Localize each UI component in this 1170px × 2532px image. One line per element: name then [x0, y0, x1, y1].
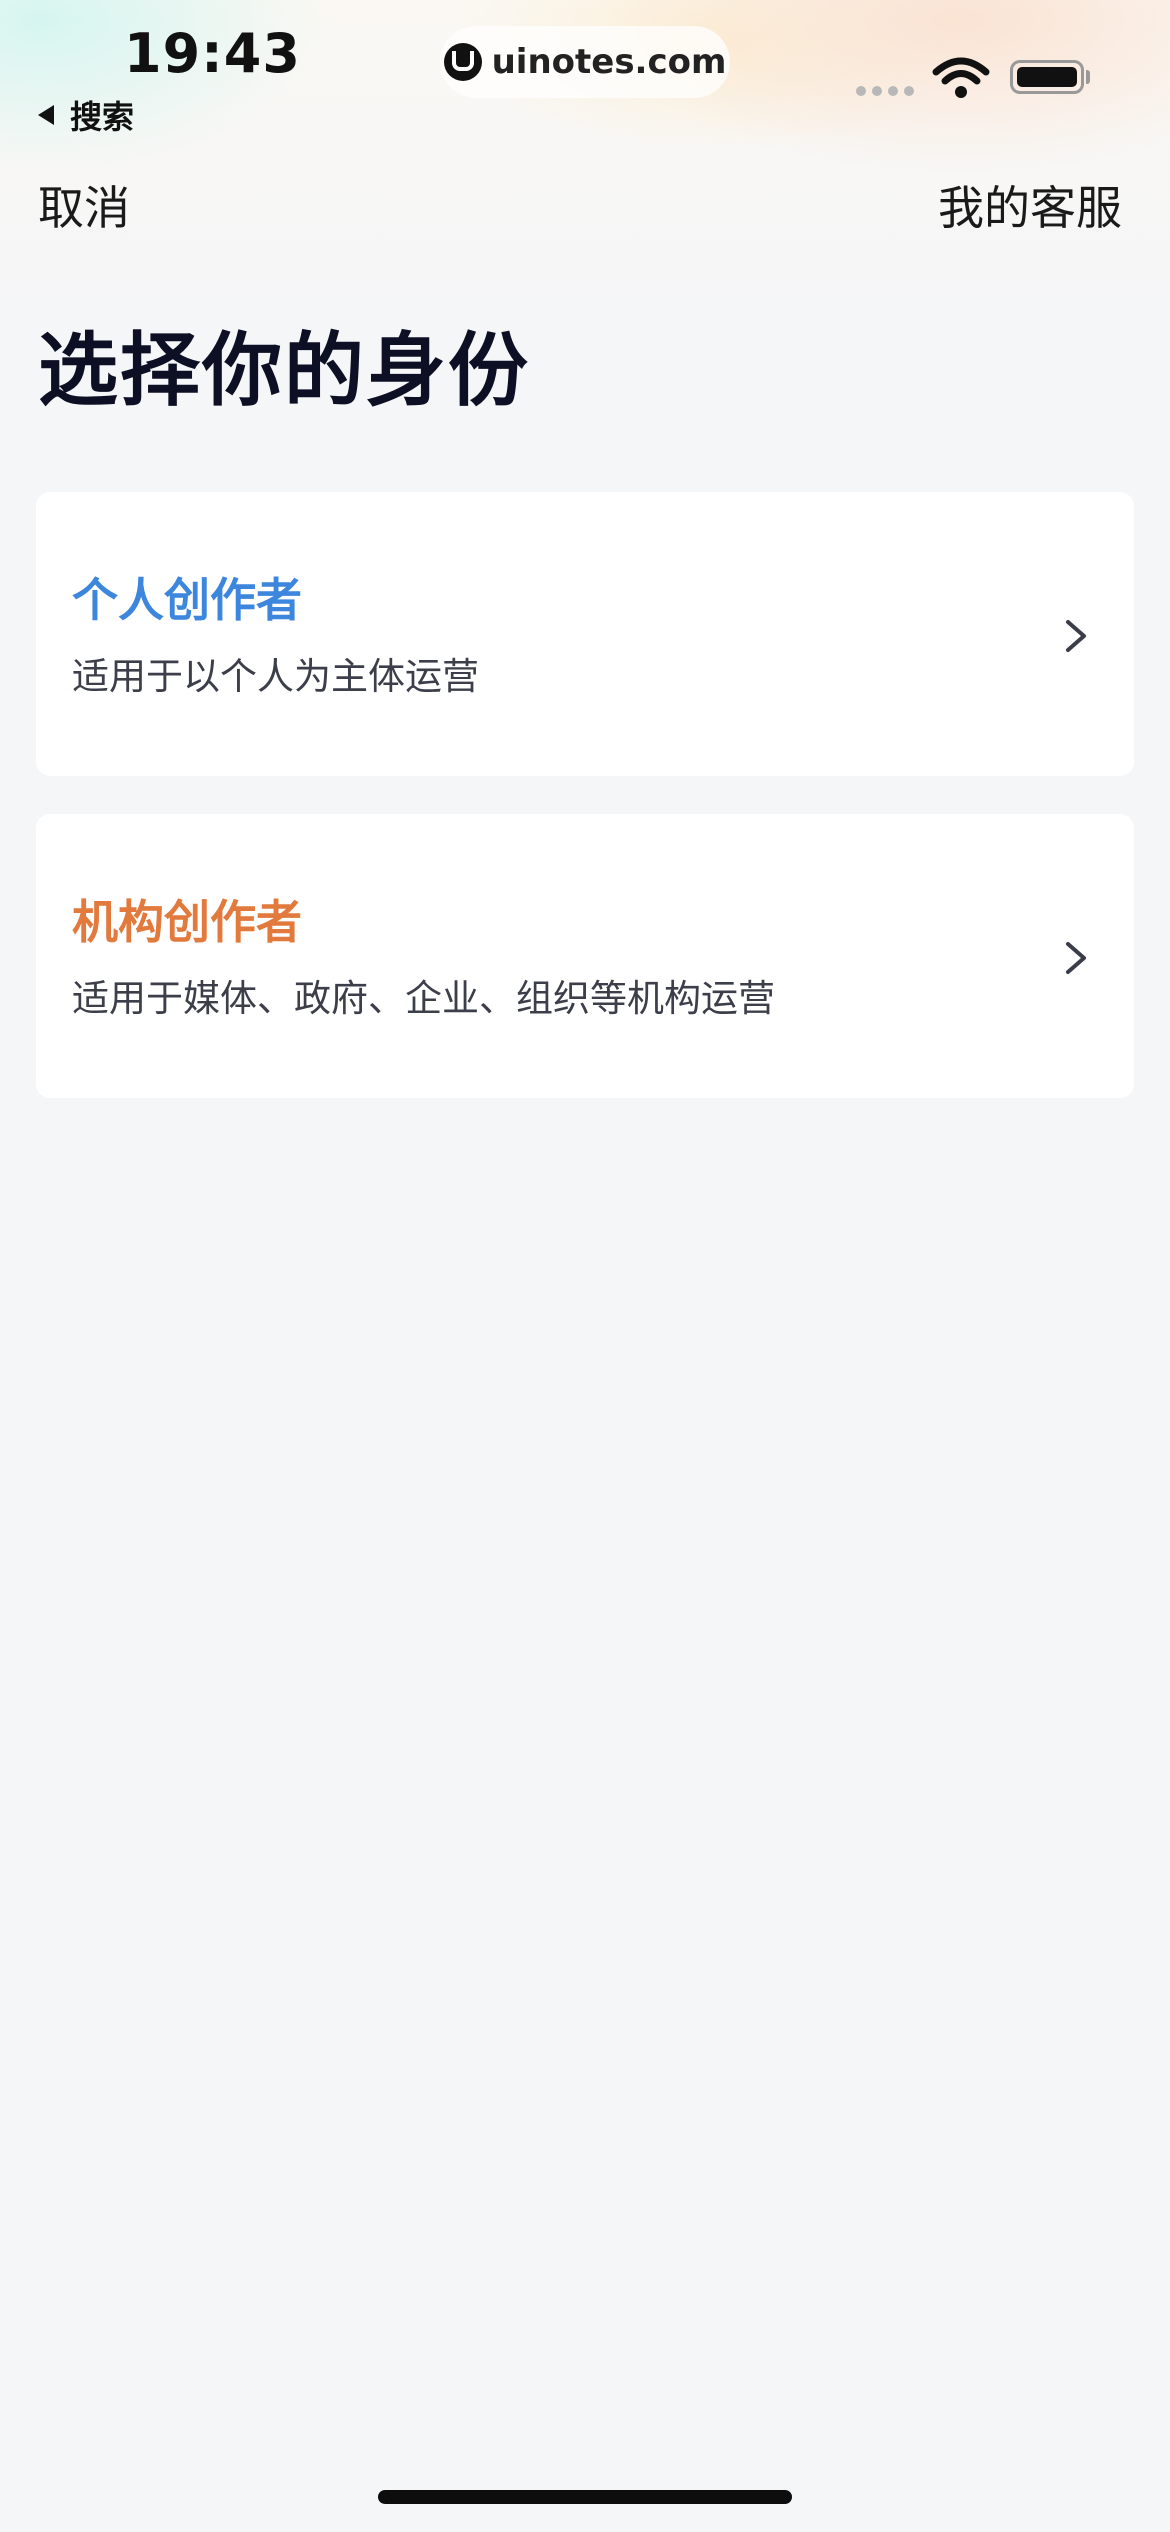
- option-title: 机构创作者: [72, 895, 302, 949]
- home-indicator: [378, 2490, 792, 2504]
- cancel-button[interactable]: 取消: [38, 172, 130, 238]
- url-pill[interactable]: uinotes.com: [440, 26, 730, 98]
- option-description: 适用于以个人为主体运营: [72, 655, 479, 698]
- chevron-right-icon: [1066, 620, 1086, 652]
- url-text: uinotes.com: [491, 42, 727, 82]
- wifi-icon: [932, 57, 990, 98]
- chevron-right-icon: [1066, 942, 1086, 974]
- option-card-organization[interactable]: 机构创作者 适用于媒体、政府、企业、组织等机构运营: [36, 814, 1134, 1098]
- page-title: 选择你的身份: [38, 324, 530, 417]
- battery-icon: [1010, 60, 1084, 94]
- option-title: 个人创作者: [72, 573, 302, 627]
- option-card-personal[interactable]: 个人创作者 适用于以个人为主体运营: [36, 492, 1134, 776]
- cellular-signal-icon: [856, 86, 920, 96]
- back-triangle-icon: [38, 105, 54, 125]
- status-time: 19:43: [124, 22, 301, 85]
- option-description: 适用于媒体、政府、企业、组织等机构运营: [72, 977, 775, 1020]
- battery-nub: [1086, 70, 1090, 84]
- customer-service-button[interactable]: 我的客服: [938, 172, 1122, 238]
- status-back-label: 搜索: [70, 98, 135, 136]
- status-back-link[interactable]: 搜索: [38, 92, 134, 138]
- site-logo-icon: [443, 43, 482, 81]
